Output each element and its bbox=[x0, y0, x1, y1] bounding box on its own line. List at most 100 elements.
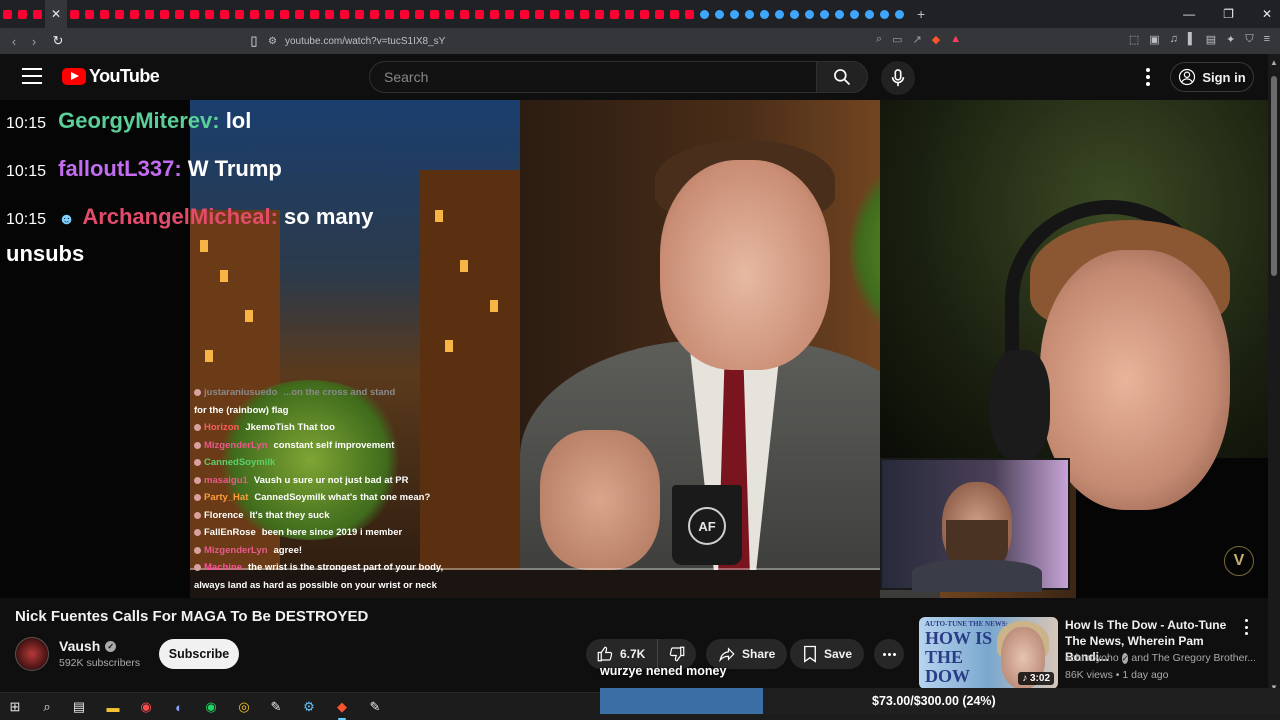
browser-tab[interactable] bbox=[0, 0, 15, 28]
browser-tab[interactable] bbox=[322, 0, 337, 28]
youtube-logo[interactable]: YouTube bbox=[62, 66, 160, 87]
chrome-icon[interactable]: ◎ bbox=[235, 698, 253, 716]
more-actions-button[interactable] bbox=[874, 639, 904, 669]
browser-tab[interactable] bbox=[427, 0, 442, 28]
subscribe-button[interactable]: Subscribe bbox=[159, 639, 239, 669]
browser-tab[interactable] bbox=[832, 0, 847, 28]
site-info-icon[interactable]: ⚙ bbox=[268, 36, 277, 47]
active-browser-tab[interactable]: ✕ bbox=[45, 0, 67, 28]
browser-tab[interactable] bbox=[712, 0, 727, 28]
browser-tab[interactable] bbox=[382, 0, 397, 28]
task-view-icon[interactable]: ▤ bbox=[70, 698, 88, 716]
browser-tab[interactable] bbox=[502, 0, 517, 28]
browser-tab[interactable] bbox=[442, 0, 457, 28]
address-url[interactable]: youtube.com/watch?v=tucS1IX8_sY bbox=[285, 36, 445, 47]
recommended-channel-name[interactable]: schmoyoho bbox=[1065, 652, 1119, 664]
browser-tab[interactable] bbox=[817, 0, 832, 28]
browser-tab[interactable] bbox=[517, 0, 532, 28]
recommended-video-menu-button[interactable] bbox=[1241, 619, 1251, 635]
browser-tab[interactable] bbox=[112, 0, 127, 28]
windows-start-icon[interactable]: ⊞ bbox=[6, 698, 24, 716]
browser-tab[interactable] bbox=[592, 0, 607, 28]
browser-tab[interactable] bbox=[202, 0, 217, 28]
browser-tab[interactable] bbox=[142, 0, 157, 28]
recommended-video-thumbnail[interactable]: AUTO-TUNE THE NEWS: HOW IS THE DOW ♪ 3:0… bbox=[919, 617, 1058, 689]
cast-icon[interactable]: ▭ bbox=[892, 33, 902, 46]
browser-tab[interactable] bbox=[697, 0, 712, 28]
app-icon[interactable]: ✎ bbox=[366, 698, 384, 716]
browser-tab[interactable] bbox=[412, 0, 427, 28]
extension-icon[interactable]: ▣ bbox=[1149, 33, 1159, 46]
spotify-icon[interactable]: ◉ bbox=[202, 698, 220, 716]
browser-tab[interactable] bbox=[127, 0, 142, 28]
browser-tab[interactable] bbox=[862, 0, 877, 28]
page-scrollbar[interactable]: ▲ ▼ bbox=[1268, 54, 1280, 694]
browser-tab[interactable] bbox=[67, 0, 82, 28]
brave-icon[interactable]: ◆ bbox=[333, 698, 351, 720]
steam-icon[interactable]: ⚙ bbox=[300, 698, 318, 716]
browser-tab[interactable] bbox=[742, 0, 757, 28]
media-icon[interactable]: ♫ bbox=[1170, 33, 1178, 46]
browser-tab[interactable] bbox=[307, 0, 322, 28]
app-icon[interactable]: ✎ bbox=[267, 698, 285, 716]
browser-tab[interactable] bbox=[367, 0, 382, 28]
browser-tab[interactable] bbox=[15, 0, 30, 28]
browser-tab[interactable] bbox=[847, 0, 862, 28]
voice-search-button[interactable] bbox=[881, 61, 915, 95]
browser-menu-icon[interactable]: ≡ bbox=[1264, 33, 1270, 46]
browser-tab[interactable] bbox=[547, 0, 562, 28]
leo-icon[interactable]: ✦ bbox=[1226, 33, 1235, 46]
browser-tab[interactable] bbox=[652, 0, 667, 28]
browser-tab[interactable] bbox=[562, 0, 577, 28]
settings-menu-button[interactable] bbox=[1138, 66, 1158, 88]
browser-tab[interactable] bbox=[877, 0, 892, 28]
obs-icon[interactable]: ◉ bbox=[137, 698, 155, 716]
browser-tab[interactable] bbox=[157, 0, 172, 28]
close-window-icon[interactable]: ✕ bbox=[1262, 7, 1272, 21]
file-explorer-icon[interactable]: ▬ bbox=[104, 698, 122, 716]
menu-icon[interactable] bbox=[22, 68, 42, 84]
brave-shields-icon[interactable]: ◆ bbox=[932, 33, 940, 46]
browser-tab[interactable] bbox=[277, 0, 292, 28]
close-tab-icon[interactable]: ✕ bbox=[51, 7, 61, 21]
browser-tab[interactable] bbox=[787, 0, 802, 28]
browser-tab[interactable] bbox=[262, 0, 277, 28]
browser-tab[interactable] bbox=[217, 0, 232, 28]
sign-in-button[interactable]: Sign in bbox=[1170, 62, 1254, 92]
search-input[interactable] bbox=[384, 69, 816, 85]
browser-tab[interactable] bbox=[802, 0, 817, 28]
scrollbar-thumb[interactable] bbox=[1271, 76, 1277, 276]
extension-icon[interactable]: ⬚ bbox=[1129, 33, 1139, 46]
browser-tab[interactable] bbox=[292, 0, 307, 28]
browser-tab[interactable] bbox=[667, 0, 682, 28]
browser-tab[interactable] bbox=[247, 0, 262, 28]
search-button[interactable] bbox=[816, 61, 868, 93]
browser-tab[interactable] bbox=[577, 0, 592, 28]
browser-tab[interactable] bbox=[30, 0, 45, 28]
browser-tab[interactable] bbox=[397, 0, 412, 28]
bookmark-icon[interactable]: ▯ bbox=[244, 33, 264, 49]
browser-tab[interactable] bbox=[337, 0, 352, 28]
browser-tab[interactable] bbox=[82, 0, 97, 28]
vpn-icon[interactable]: ⛉ bbox=[1245, 33, 1253, 46]
browser-tab[interactable] bbox=[472, 0, 487, 28]
share-page-icon[interactable]: ↗ bbox=[913, 33, 922, 46]
sidebar-icon[interactable]: ▌ bbox=[1188, 33, 1196, 46]
save-button[interactable]: Save bbox=[790, 639, 865, 669]
recommended-channel[interactable]: schmoyoho ✓ and The Gregory Brother... bbox=[1065, 652, 1255, 664]
browser-tab[interactable] bbox=[352, 0, 367, 28]
back-icon[interactable]: ‹ bbox=[4, 34, 24, 49]
browser-tab[interactable] bbox=[457, 0, 472, 28]
discord-icon[interactable]: ◐ bbox=[170, 698, 188, 716]
browser-tab[interactable] bbox=[727, 0, 742, 28]
browser-tab[interactable] bbox=[487, 0, 502, 28]
browser-tab[interactable] bbox=[892, 0, 907, 28]
channel-avatar[interactable] bbox=[15, 637, 49, 671]
restore-icon[interactable]: ❐ bbox=[1223, 7, 1234, 21]
minimize-icon[interactable]: — bbox=[1183, 7, 1195, 21]
browser-tab[interactable] bbox=[232, 0, 247, 28]
reload-icon[interactable]: ↻ bbox=[48, 33, 68, 49]
brave-rewards-icon[interactable]: ▲ bbox=[950, 33, 961, 46]
scroll-up-icon[interactable]: ▲ bbox=[1270, 58, 1278, 67]
browser-tab[interactable] bbox=[637, 0, 652, 28]
